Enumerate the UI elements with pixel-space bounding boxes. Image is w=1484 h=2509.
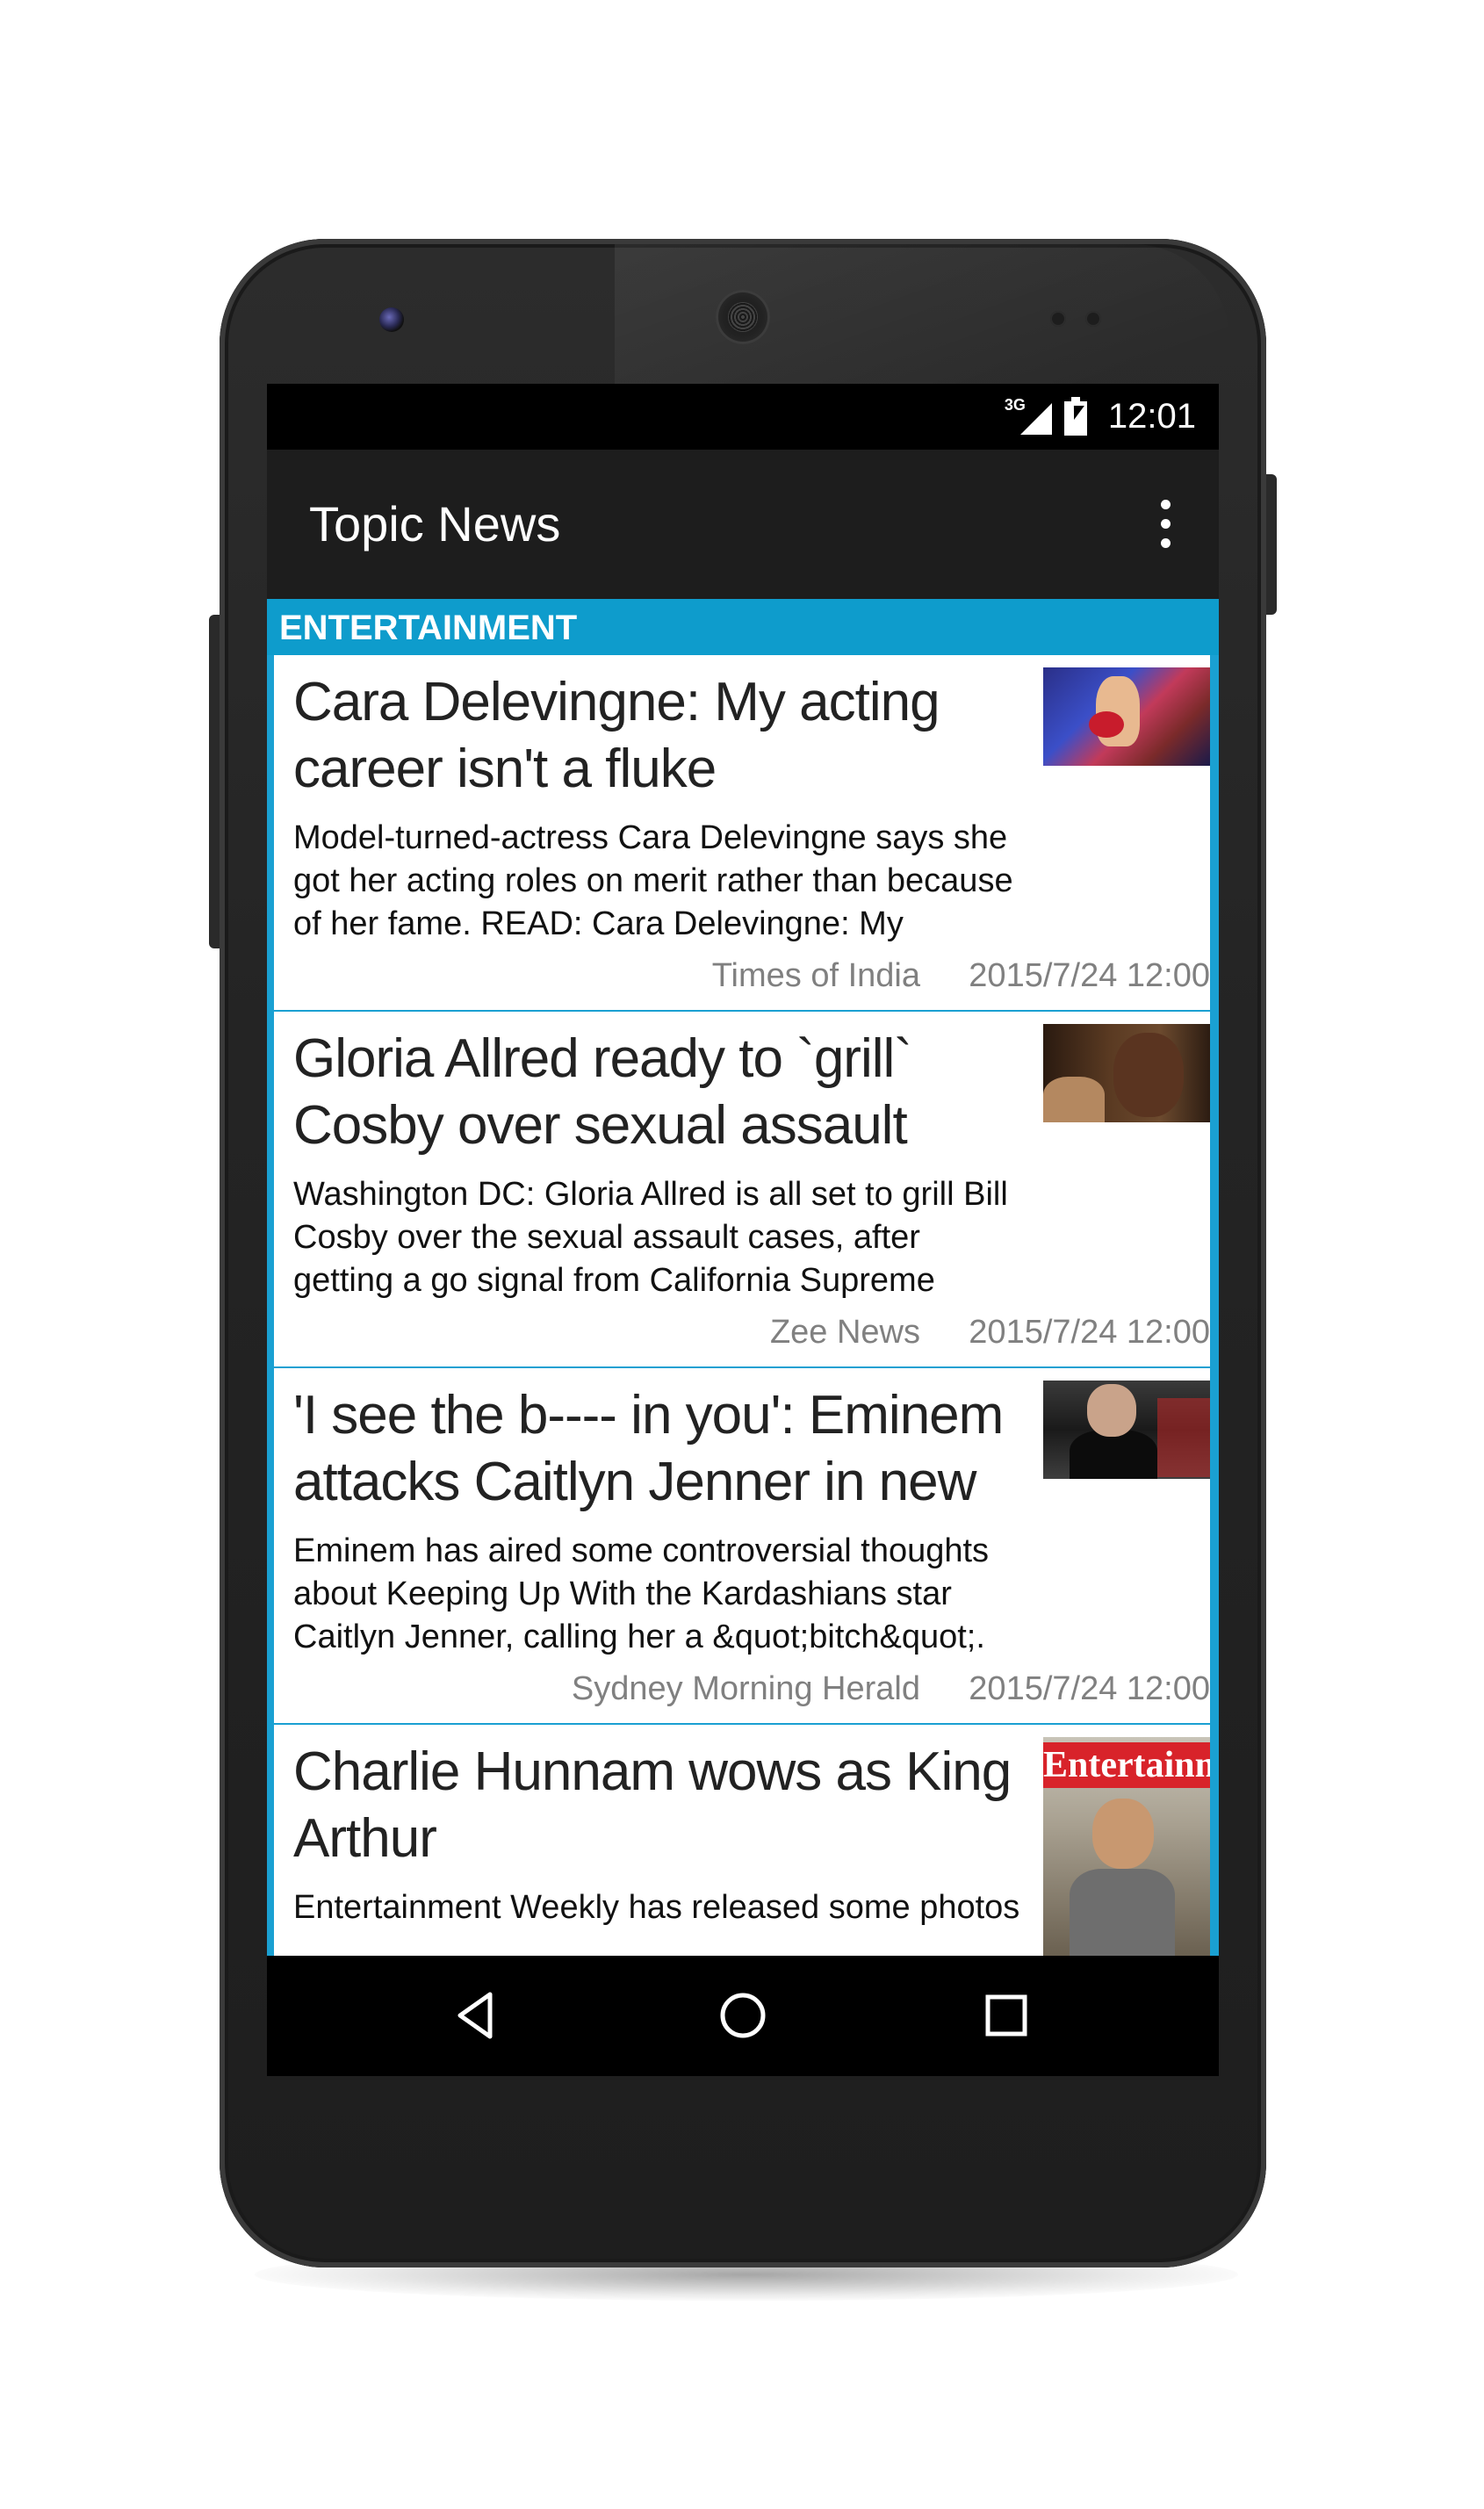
article-date: 2015/7/24 12:00 [969, 1314, 1210, 1351]
article-summary: Entertainment Weekly has released some p… [293, 1889, 1020, 1926]
article-card[interactable]: Cara Delevingne: My acting career isn't … [274, 655, 1210, 1010]
article-title: Cara Delevingne: My acting career isn't … [293, 672, 940, 799]
power-button [1264, 474, 1277, 615]
article-card[interactable]: 'I see the b---- in you': Eminem attacks… [274, 1368, 1210, 1723]
article-card[interactable]: Gloria Allred ready to `grill` Cosby ove… [274, 1012, 1210, 1366]
back-icon[interactable] [451, 1989, 504, 2042]
status-clock: 12:01 [1107, 396, 1196, 436]
battery-charging-icon [1063, 397, 1087, 436]
page: 3G 12:01 Topic News ENTERTAINMENT Cara D… [0, 0, 1484, 2509]
article-title: 'I see the b---- in you': Eminem attacks… [293, 1385, 1004, 1512]
app-title: Topic News [309, 496, 561, 552]
article-source: Sydney Morning Herald [571, 1670, 920, 1707]
earpiece-speaker [716, 290, 770, 344]
article-date: 2015/7/24 12:00 [969, 1670, 1210, 1707]
article-summary: Model-turned-actress Cara Delevingne say… [293, 819, 1013, 942]
recent-apps-icon[interactable] [980, 1989, 1033, 2042]
article-title: Charlie Hunnam wows as King Arthur [293, 1741, 1012, 1869]
signal-icon: 3G [1005, 396, 1052, 436]
article-date: 2015/7/24 12:00 [969, 957, 1210, 994]
article-thumbnail [1043, 1024, 1210, 1122]
article-thumbnail [1043, 667, 1210, 766]
navigation-bar [267, 1956, 1219, 2076]
article-list[interactable]: Cara Delevingne: My acting career isn't … [274, 655, 1210, 1956]
front-camera [379, 307, 404, 332]
screen: 3G 12:01 Topic News ENTERTAINMENT Cara D… [267, 384, 1219, 2076]
more-vert-icon[interactable] [1149, 498, 1184, 551]
proximity-sensor [1050, 311, 1066, 327]
content-area: ENTERTAINMENT Cara Delevingne: My acting… [267, 599, 1219, 1956]
article-source: Zee News [769, 1314, 920, 1351]
article-title: Gloria Allred ready to `grill` Cosby ove… [293, 1028, 912, 1156]
light-sensor [1085, 311, 1101, 327]
article-card[interactable]: Charlie Hunnam wows as King Arthur Enter… [274, 1725, 1210, 1956]
article-summary: Eminem has aired some controversial thou… [293, 1532, 990, 1655]
article-source: Times of India [711, 957, 920, 994]
home-icon[interactable] [717, 1989, 769, 2042]
article-thumbnail: Entertainment [1043, 1737, 1210, 1956]
article-thumbnail [1043, 1381, 1210, 1479]
article-summary: Washington DC: Gloria Allred is all set … [293, 1176, 1008, 1299]
app-bar: Topic News [267, 450, 1219, 599]
thumbnail-masthead: Entertainment [1043, 1742, 1210, 1788]
signal-strength-icon [1019, 403, 1052, 435]
section-header: ENTERTAINMENT [267, 599, 1219, 655]
status-bar: 3G 12:01 [267, 384, 1219, 450]
status-icons: 3G 12:01 [1005, 394, 1196, 438]
